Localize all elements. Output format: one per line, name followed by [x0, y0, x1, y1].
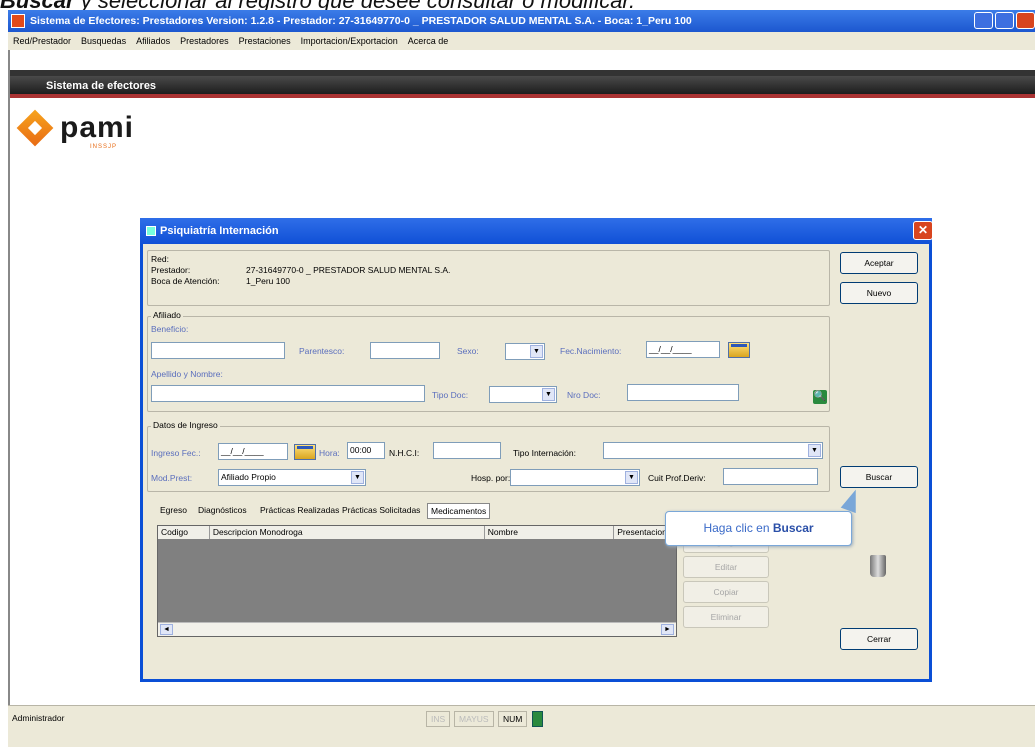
mod-prest-label: Mod.Prest: — [151, 473, 193, 483]
menu-prestadores[interactable]: Prestadores — [175, 36, 234, 46]
tipo-internacion-label: Tipo Internación: — [513, 448, 576, 458]
status-num: NUM — [498, 711, 528, 727]
apellido-label: Apellido y Nombre: — [151, 369, 223, 379]
aceptar-button[interactable]: Aceptar — [840, 252, 918, 274]
tipo-doc-select[interactable]: ▼ — [489, 386, 557, 403]
prestador-value: 27-31649770-0 _ PRESTADOR SALUD MENTAL S… — [246, 265, 451, 275]
psiquiatria-dialog: Psiquiatría Internación ✕ Red: Prestador… — [140, 218, 933, 682]
boca-value: 1_Peru 100 — [246, 276, 290, 286]
medicamentos-grid[interactable]: Codigo Descripcion Monodroga Nombre Pres… — [157, 525, 677, 637]
col-codigo[interactable]: Codigo — [158, 526, 210, 539]
prestador-label: Prestador: — [151, 265, 191, 275]
tipo-doc-label: Tipo Doc: — [432, 390, 469, 400]
nhci-label: N.H.C.I: — [389, 448, 420, 458]
parentesco-label: Parentesco: — [299, 346, 345, 356]
afiliado-legend: Afiliado — [151, 310, 183, 320]
copiar-button[interactable]: Copiar — [683, 581, 769, 603]
tab-practicas-realizadas[interactable]: Prácticas Realizadas — [257, 503, 342, 519]
chevron-down-icon: ▼ — [808, 444, 821, 457]
col-descripcion[interactable]: Descripcion Monodroga — [210, 526, 485, 539]
fec-nac-label: Fec.Nacimiento: — [560, 346, 622, 356]
calendar-icon[interactable] — [294, 444, 316, 460]
ingreso-fec-label: Ingreso Fec.: — [151, 448, 201, 458]
ingreso-fec-input[interactable]: __/__/____ — [218, 443, 288, 460]
dialog-close-icon[interactable]: ✕ — [913, 221, 933, 240]
app-icon — [11, 14, 25, 28]
nuevo-button[interactable]: Nuevo — [840, 282, 918, 304]
grid-header: Codigo Descripcion Monodroga Nombre Pres… — [158, 526, 676, 539]
beneficio-label: Beneficio: — [151, 324, 189, 334]
mod-prest-value: Afiliado Propio — [221, 472, 276, 482]
menu-acerca-de[interactable]: Acerca de — [403, 36, 454, 46]
chevron-down-icon: ▼ — [625, 471, 638, 484]
cuit-input[interactable] — [723, 468, 818, 485]
caption-text: Buscar y seleccionar al registro que des… — [0, 0, 636, 13]
minimize-icon[interactable] — [974, 12, 993, 29]
window-title-bar: Sistema de Efectores: Prestadores Versio… — [8, 10, 1035, 32]
editar-button[interactable]: Editar — [683, 556, 769, 578]
status-ins: INS — [426, 711, 451, 727]
cuit-label: Cuit Prof.Deriv: — [648, 473, 706, 483]
chevron-down-icon: ▼ — [542, 388, 555, 401]
dialog-title: Psiquiatría Internación — [160, 225, 279, 237]
chevron-down-icon: ▼ — [351, 471, 364, 484]
menu-red-prestador[interactable]: Red/Prestador — [8, 36, 76, 46]
grid-scrollbar[interactable]: ◄ ► — [158, 622, 676, 636]
calendar-icon[interactable] — [728, 342, 750, 358]
menu-importacion[interactable]: Importacion/Exportacion — [296, 36, 403, 46]
beneficio-input[interactable] — [151, 342, 285, 359]
status-mayus: MAYUS — [454, 711, 494, 727]
scroll-right-icon[interactable]: ► — [661, 624, 674, 635]
sexo-select[interactable]: ▼ — [505, 343, 545, 360]
app-header: Sistema de efectores — [10, 76, 1035, 98]
nro-doc-label: Nro Doc: — [567, 390, 601, 400]
menu-prestaciones[interactable]: Prestaciones — [234, 36, 296, 46]
fec-nac-input[interactable]: __/__/____ — [646, 341, 720, 358]
status-bar: Administrador INS MAYUS NUM — [8, 705, 1035, 747]
dialog-icon — [146, 226, 156, 236]
menu-afiliados[interactable]: Afiliados — [131, 36, 175, 46]
chevron-down-icon: ▼ — [530, 345, 543, 358]
window-title: Sistema de Efectores: Prestadores Versio… — [30, 15, 692, 27]
hora-input[interactable]: 00:00 — [347, 442, 385, 459]
close-icon[interactable] — [1016, 12, 1035, 29]
dialog-title-bar: Psiquiatría Internación ✕ — [140, 218, 933, 244]
parentesco-input[interactable] — [370, 342, 440, 359]
nro-doc-input[interactable] — [627, 384, 739, 401]
red-label: Red: — [151, 254, 169, 264]
sexo-label: Sexo: — [457, 346, 479, 356]
nhci-input[interactable] — [433, 442, 501, 459]
menu-busquedas[interactable]: Busquedas — [76, 36, 131, 46]
hora-label: Hora: — [319, 448, 340, 458]
eliminar-button[interactable]: Eliminar — [683, 606, 769, 628]
ingreso-legend: Datos de Ingreso — [151, 420, 220, 430]
tab-medicamentos[interactable]: Medicamentos — [427, 503, 491, 519]
instruction-callout: Haga clic en Buscar — [665, 511, 852, 546]
mod-prest-select[interactable]: Afiliado Propio ▼ — [218, 469, 366, 486]
buscar-button[interactable]: Buscar — [840, 466, 918, 488]
col-nombre[interactable]: Nombre — [485, 526, 615, 539]
tipo-internacion-select[interactable]: ▼ — [603, 442, 823, 459]
status-user: Administrador — [12, 713, 65, 723]
tab-diagnosticos[interactable]: Diagnósticos — [195, 503, 250, 519]
pami-logo: pami INSSJP — [16, 109, 134, 150]
tab-egreso[interactable]: Egreso — [157, 503, 190, 519]
restore-icon[interactable] — [995, 12, 1014, 29]
menu-bar: Red/Prestador Busquedas Afiliados Presta… — [8, 32, 1035, 50]
apellido-input[interactable] — [151, 385, 425, 402]
calculator-icon — [532, 711, 543, 727]
logo-diamond-icon — [16, 109, 54, 147]
hosp-por-select[interactable]: ▼ — [510, 469, 640, 486]
cerrar-button[interactable]: Cerrar — [840, 628, 918, 650]
boca-label: Boca de Atención: — [151, 276, 220, 286]
search-icon[interactable]: 🔍 — [813, 390, 827, 404]
trash-icon[interactable] — [870, 555, 886, 577]
hosp-por-label: Hosp. por: — [471, 473, 511, 483]
scroll-left-icon[interactable]: ◄ — [160, 624, 173, 635]
tab-practicas-solicitadas[interactable]: Prácticas Solicitadas — [339, 503, 423, 519]
